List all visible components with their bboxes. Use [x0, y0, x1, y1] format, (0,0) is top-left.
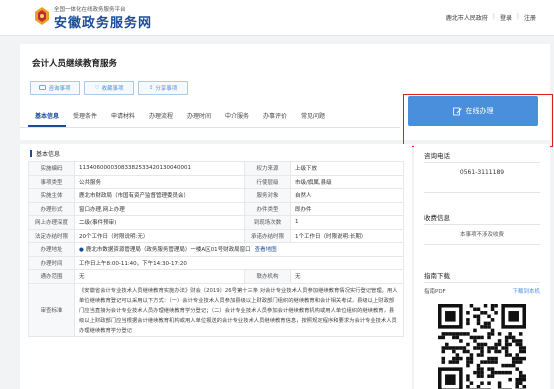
divider [424, 192, 540, 193]
register-link[interactable]: 注册 [524, 13, 536, 22]
heart-icon: ♡ [94, 85, 100, 91]
section-title: 基本信息 [36, 151, 61, 158]
field-label: 服务对象 [244, 188, 292, 203]
field-value: 自然人 [290, 188, 404, 203]
highlight-box [403, 94, 553, 147]
service-title: 会计人员继续教育服务 [32, 59, 118, 69]
table-row: 办理地址 ● 鹿北市数据资源管理局（政务服务管理局）一楼A区01号财政局窗口 查看地图 [28, 242, 404, 257]
field-value: 工作日上午8:00-11:40，下午14:30-17:20 [74, 255, 404, 270]
consult-phone-title: 咨询电话 [424, 152, 450, 160]
field-label: 到现场次数 [244, 215, 292, 230]
field-label: 权力来源 [244, 161, 292, 176]
field-value: 上级下放 [290, 161, 404, 176]
field-label: 联办机构 [244, 269, 292, 284]
tab-basic-info[interactable]: 基本信息 [28, 106, 66, 127]
field-label: 法定办结时限 [28, 228, 75, 243]
qr-code-icon [438, 304, 526, 389]
address-text: 鹿北市数据资源管理局（政务服务管理局）一楼A区01号财政局窗口 [85, 247, 251, 254]
consult-phone: 0561-3111189 [459, 169, 505, 176]
site-header: 全国一体化在线政务服务平台 安徽政务服务网 鹿北市人民政府 | 登录 | 注册 [0, 0, 554, 36]
criteria-value: 《安徽省会计专业技术人员继续教育实施办法》财会〔2019〕26号第十三条 对会计… [74, 282, 404, 337]
share-icon: ⇪ [148, 85, 154, 91]
field-label: 办理地址 [28, 242, 75, 257]
field-label: 网上办理深度 [28, 215, 75, 230]
guide-download-row: 指南PDF 下载到本机 [424, 287, 540, 295]
divider: | [492, 13, 495, 20]
tab-evaluation[interactable]: 办事评价 [256, 106, 294, 127]
logo-icon[interactable] [34, 6, 50, 26]
table-row: 网上办理深度 二级(事件预审) 到现场次数 1 [28, 215, 404, 230]
divider [424, 282, 540, 283]
field-value: 二级(事件预审) [73, 215, 246, 230]
tab-intermediary[interactable]: 中介服务 [218, 106, 256, 127]
tab-conditions[interactable]: 受理条件 [66, 106, 104, 127]
field-value: 无 [73, 269, 246, 284]
address-value: ● 鹿北市数据资源管理局（政务服务管理局）一楼A区01号财政局窗口 查看地图 [74, 242, 404, 257]
field-label: 事项类型 [28, 174, 75, 189]
tab-bar: 基本信息 受理条件 申请材料 办理流程 办理时间 中介服务 办事评价 常见问题 [20, 106, 400, 128]
view-map-link[interactable]: 查看地图 [255, 247, 277, 253]
field-label: 行使层级 [244, 174, 292, 189]
share-label: 分享事项 [155, 86, 178, 92]
tab-time[interactable]: 办理时间 [180, 106, 218, 127]
field-value: 1 [290, 215, 404, 230]
table-row: 实施主体 鹿北市财政局（市国有资产监督管理委员会） 服务对象 自然人 [28, 188, 404, 203]
guide-download-title: 指南下载 [424, 272, 450, 280]
tab-process[interactable]: 办理流程 [142, 106, 180, 127]
table-row: 事项类型 公共服务 行使层级 市级/旗属,县级 [28, 174, 404, 189]
table-row: 办理时间 工作日上午8:00-11:40，下午14:30-17:20 [28, 255, 404, 270]
field-label: 实施编码 [28, 161, 75, 176]
table-row: 办理形式 窗口办理,网上办理 办件类型 即办件 [28, 201, 404, 216]
field-value: 1个工作日（时限说明:长期） [290, 228, 404, 243]
field-label: 实施主体 [28, 188, 75, 203]
field-label: 办理时间 [28, 255, 75, 270]
divider [424, 162, 540, 163]
guide-file-name: 指南PDF [424, 289, 446, 295]
table-row: 实施编码 11340600003083382533420130040001 权力来源… [28, 161, 404, 176]
favorite-label: 收藏事项 [101, 86, 124, 92]
tab-faq[interactable]: 常见问题 [294, 106, 332, 127]
divider [424, 244, 540, 245]
field-value: 无 [290, 269, 404, 284]
top-links: 鹿北市人民政府 | 登录 | 注册 [446, 13, 536, 22]
consult-button[interactable]: 咨询事项 [30, 81, 80, 95]
field-value: 鹿北市财政局（市国有资产监督管理委员会） [73, 188, 246, 203]
table-row: 审查标准 《安徽省会计专业技术人员继续教育实施办法》财会〔2019〕26号第十三条… [28, 282, 404, 337]
info-table: 实施编码 11340600003083382533420130040001 权力来源… [28, 161, 404, 337]
field-label: 办件类型 [244, 201, 292, 216]
divider: | [516, 13, 519, 20]
login-link[interactable]: 登录 [500, 13, 512, 22]
basic-info-panel: 基本信息 实施编码 1134060000308338253342013004000… [20, 144, 412, 389]
consult-label: 咨询事项 [48, 86, 71, 92]
guide-download-link[interactable]: 下载到本机 [512, 287, 540, 295]
side-panel: 咨询电话 0561-3111189 收费信息 本事项不涉及收费 指南下载 指南P… [414, 144, 550, 389]
region-link[interactable]: 鹿北市人民政府 [446, 13, 488, 22]
field-value: 即办件 [290, 201, 404, 216]
site-name[interactable]: 安徽政务服务网 [54, 12, 152, 31]
field-value: 11340600003083382533420130040001 [73, 161, 246, 176]
table-row: 法定办结时限 20个工作日（时限说明:无） 承诺办结时限 1个工作日（时限说明:长期） [28, 228, 404, 243]
field-value: 市级/旗属,县级 [290, 174, 404, 189]
criteria-text: 《安徽省会计专业技术人员继续教育实施办法》财会〔2019〕26号第十三条 对会计… [79, 287, 398, 334]
divider [424, 224, 540, 225]
location-pin-icon: ● [79, 247, 84, 254]
table-row: 通办范围无联办机构无 [28, 269, 404, 284]
field-value: 窗口办理,网上办理 [73, 201, 246, 216]
section-header: 基本信息 [30, 149, 60, 158]
field-label: 通办范围 [28, 269, 75, 284]
tab-materials[interactable]: 申请材料 [104, 106, 142, 127]
section-bar [30, 150, 32, 157]
field-label: 办理形式 [28, 201, 75, 216]
favorite-button[interactable]: ♡ 收藏事项 [84, 81, 134, 95]
share-button[interactable]: ⇪ 分享事项 [138, 81, 188, 95]
field-value: 公共服务 [73, 174, 246, 189]
chat-icon [39, 85, 47, 90]
field-value: 20个工作日（时限说明:无） [73, 228, 246, 243]
fee-info-title: 收费信息 [424, 214, 450, 222]
field-label: 审查标准 [28, 282, 75, 337]
fee-info-text: 本事项不涉及收费 [459, 232, 504, 238]
field-label: 承诺办结时限 [244, 228, 292, 243]
